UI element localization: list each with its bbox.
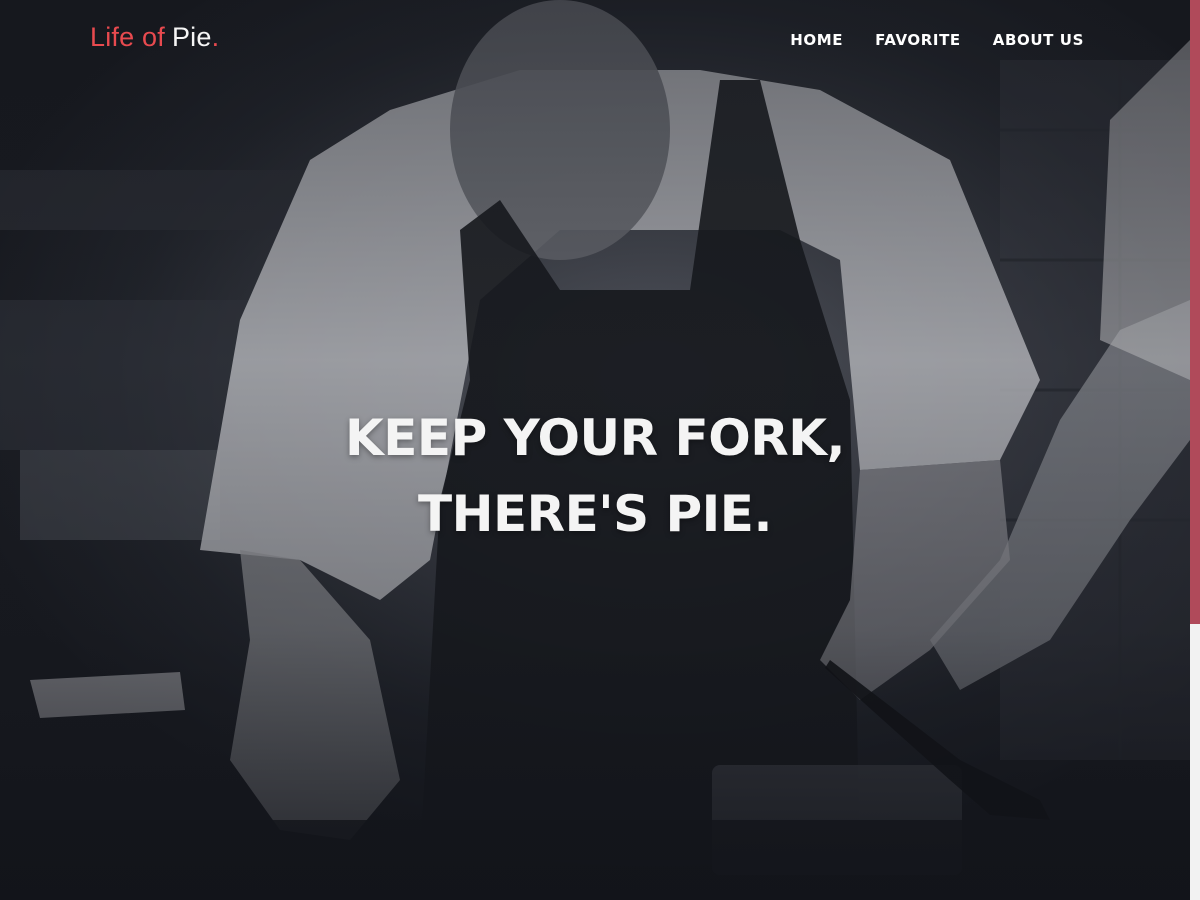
- nav-link-favorite[interactable]: FAVORITE: [875, 31, 961, 49]
- hero-headline-line-2: THERE'S PIE.: [418, 484, 772, 543]
- top-navigation: Life of Pie. HOME FAVORITE ABOUT US: [0, 0, 1190, 82]
- nav-link-about-us[interactable]: ABOUT US: [993, 31, 1084, 49]
- site-logo[interactable]: Life of Pie.: [90, 22, 219, 53]
- logo-text-pie: Pie: [171, 22, 212, 52]
- logo-dot: .: [211, 22, 220, 52]
- hero-headline-line-1: KEEP YOUR FORK,: [345, 408, 845, 467]
- hero-headline: KEEP YOUR FORK, THERE'S PIE.: [0, 400, 1190, 552]
- logo-text-life-of: Life of: [90, 22, 165, 52]
- nav-menu: HOME FAVORITE ABOUT US: [790, 31, 1084, 49]
- page-scrollbar[interactable]: [1190, 0, 1200, 900]
- scrollbar-thumb[interactable]: [1190, 0, 1200, 624]
- hero-section: Life of Pie. HOME FAVORITE ABOUT US KEEP …: [0, 0, 1190, 900]
- nav-link-home[interactable]: HOME: [790, 31, 843, 49]
